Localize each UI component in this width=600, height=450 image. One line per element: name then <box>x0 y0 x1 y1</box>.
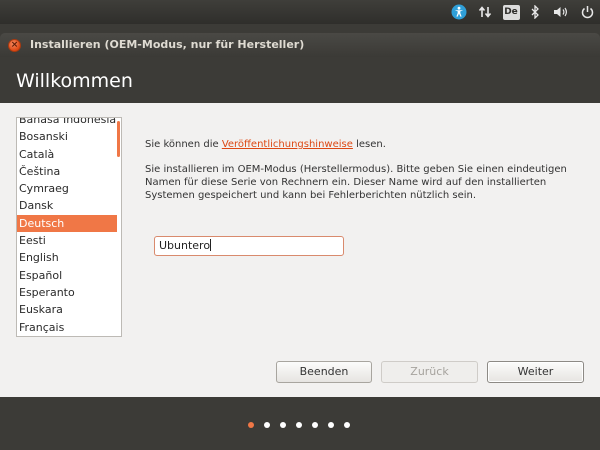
step-dot <box>312 422 318 428</box>
accessibility-icon[interactable] <box>448 0 470 24</box>
back-button[interactable]: Zurück <box>381 361 478 383</box>
language-list-items: Bahasa Indonesia Bosanski Català Čeština Cym… <box>17 118 117 336</box>
close-button[interactable]: × <box>8 39 21 52</box>
step-dot <box>296 422 302 428</box>
keyboard-layout-label: De <box>502 4 520 20</box>
oem-instructions-line: Namen für diese Serie von Rechnern ein. … <box>145 177 547 188</box>
step-indicator <box>0 422 600 432</box>
language-item[interactable]: English <box>17 249 117 266</box>
network-icon[interactable] <box>474 0 496 24</box>
close-icon: × <box>10 40 19 50</box>
content-area: Bahasa Indonesia Bosanski Català Čeština Cym… <box>0 103 600 397</box>
page-header: Willkommen <box>0 57 600 103</box>
language-item[interactable]: Bosanski <box>17 128 117 145</box>
language-item[interactable]: Bahasa Indonesia <box>17 118 117 128</box>
text-cursor <box>210 239 212 251</box>
step-dot <box>264 422 270 428</box>
power-icon[interactable] <box>576 0 598 24</box>
language-item[interactable]: Euskara <box>17 301 117 318</box>
step-dot <box>328 422 334 428</box>
language-item[interactable]: Català <box>17 146 117 163</box>
footer <box>0 397 600 450</box>
language-list-scrollbar[interactable] <box>117 121 120 157</box>
release-notes-text: Sie können die Veröffentlichungshinweise… <box>145 138 386 151</box>
language-item[interactable]: Eesti <box>17 232 117 249</box>
bluetooth-icon[interactable] <box>526 0 544 24</box>
quit-button[interactable]: Beenden <box>276 361 372 383</box>
next-button[interactable]: Weiter <box>487 361 584 383</box>
language-item[interactable]: Español <box>17 267 117 284</box>
language-item[interactable]: Esperanto <box>17 284 117 301</box>
title-bar[interactable]: × Installieren (OEM-Modus, nur für Herst… <box>0 33 600 57</box>
step-dot <box>248 422 254 428</box>
language-item[interactable]: Français <box>17 319 117 336</box>
oem-name-value: Ubuntero <box>159 239 211 252</box>
volume-icon[interactable] <box>550 0 572 24</box>
language-item[interactable]: Čeština <box>17 163 117 180</box>
oem-name-input[interactable]: Ubuntero <box>154 236 344 256</box>
release-notes-suffix: lesen. <box>352 139 386 150</box>
release-notes-prefix: Sie können die <box>145 139 222 150</box>
oem-instructions: Sie installieren im OEM-Modus (Herstelle… <box>145 163 567 202</box>
step-dot <box>280 422 286 428</box>
oem-instructions-line: Sie installieren im OEM-Modus (Herstelle… <box>145 164 567 175</box>
installer-window: × Installieren (OEM-Modus, nur für Herst… <box>0 33 600 450</box>
language-item[interactable]: Dansk <box>17 197 117 214</box>
window-title: Installieren (OEM-Modus, nur für Herstel… <box>30 38 305 51</box>
oem-instructions-line: Systemen gespeichert und kann bei Fehler… <box>145 190 477 201</box>
language-item[interactable]: Deutsch <box>17 214 117 233</box>
step-dot <box>344 422 350 428</box>
top-panel: De <box>0 0 600 24</box>
release-notes-link[interactable]: Veröffentlichungshinweise <box>222 139 353 150</box>
language-item[interactable]: Cymraeg <box>17 180 117 197</box>
language-list[interactable]: Bahasa Indonesia Bosanski Català Čeština Cym… <box>16 117 122 337</box>
keyboard-layout-icon[interactable]: De <box>500 0 522 24</box>
page-title: Willkommen <box>16 70 133 92</box>
